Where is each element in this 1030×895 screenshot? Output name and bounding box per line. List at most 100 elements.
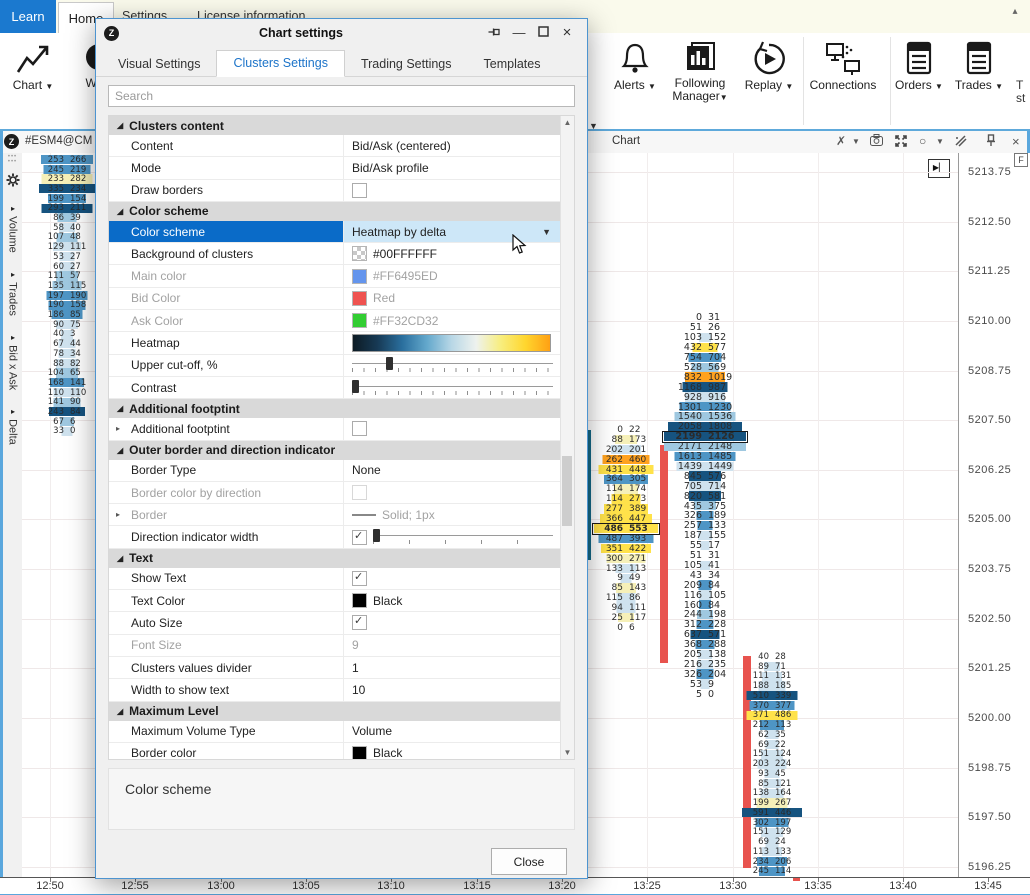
checkbox[interactable] <box>352 183 367 198</box>
sidebar-item-delta[interactable]: ▸ Delta <box>7 404 19 445</box>
settings-row[interactable]: Main color#FF6495ED <box>109 265 561 287</box>
sidebar-item-volume[interactable]: ▸ Volume <box>7 201 19 253</box>
scrollbar[interactable]: ▲ ▼ <box>560 116 574 759</box>
collapse-ribbon-button[interactable]: ▴ <box>1004 3 1026 20</box>
settings-row[interactable]: Auto Size <box>109 612 561 634</box>
chevron-down-icon[interactable]: ▼ <box>852 137 860 146</box>
settings-row[interactable]: Color schemeHeatmap by delta▼ <box>109 221 561 243</box>
chevron-down-icon[interactable]: ▼ <box>936 137 944 146</box>
settings-row[interactable]: Bid ColorRed <box>109 288 561 310</box>
replay-tool-button[interactable]: Replay ▼ <box>740 37 798 125</box>
settings-row[interactable]: ModeBid/Ask profile <box>109 157 561 179</box>
sidebar-item-trades[interactable]: ▸ Trades <box>7 267 19 316</box>
tab-templates[interactable]: Templates <box>468 52 557 77</box>
close-panel-icon[interactable]: × <box>1012 134 1020 149</box>
heatmap-gradient-bar[interactable] <box>352 334 551 352</box>
slider[interactable] <box>352 378 553 398</box>
settings-row[interactable]: Font Size9 <box>109 635 561 657</box>
partial-tool-label[interactable]: T st <box>1016 79 1030 105</box>
color-swatch[interactable] <box>352 313 367 328</box>
time-axis[interactable]: 12:5012:5513:0013:0513:1013:1513:2013:25… <box>0 877 1030 894</box>
tab-learn[interactable]: Learn <box>0 0 56 33</box>
tab-visual-settings[interactable]: Visual Settings <box>102 52 216 77</box>
maximize-button[interactable] <box>531 19 555 47</box>
following-manager-tool-button[interactable]: Following Manager▼ <box>663 37 737 125</box>
settings-group-header[interactable]: ◢Clusters content <box>109 116 561 135</box>
goto-latest-bar-button[interactable]: ▶▏ <box>928 159 950 178</box>
settings-group-header[interactable]: ◢Text <box>109 549 561 568</box>
crosshair-off-icon[interactable]: ✗ <box>836 134 846 148</box>
trades-tool-button[interactable]: Trades ▼ <box>953 37 1005 125</box>
settings-row[interactable]: Show Text <box>109 568 561 590</box>
bid-value: 188 <box>741 681 772 691</box>
sidebar-item-bidxask[interactable]: ▸ Bid x Ask <box>7 330 19 390</box>
pin-icon[interactable] <box>986 134 996 150</box>
dialog-titlebar[interactable]: Z Chart settings — × <box>96 19 587 47</box>
chart-tool-button[interactable]: Chart ▼ <box>4 37 62 125</box>
settings-row[interactable]: Heatmap <box>109 332 561 354</box>
settings-group-header[interactable]: ◢Maximum Level <box>109 702 561 721</box>
gear-icon[interactable] <box>6 173 20 187</box>
indicators-icon[interactable] <box>954 134 967 150</box>
tab-trading-settings[interactable]: Trading Settings <box>345 52 468 77</box>
color-swatch[interactable] <box>352 269 367 284</box>
color-swatch[interactable] <box>352 291 367 306</box>
color-swatch[interactable] <box>352 746 367 760</box>
cluster-row: 188185 <box>741 681 803 691</box>
settings-row[interactable]: Direction indicator width <box>109 526 561 548</box>
settings-row[interactable]: ▸BorderSolid; 1px <box>109 504 561 526</box>
tab-clusters-settings[interactable]: Clusters Settings <box>216 50 344 77</box>
settings-row[interactable]: Contrast <box>109 377 561 399</box>
close-button[interactable]: Close <box>491 848 567 875</box>
ask-value: 158 <box>67 300 96 310</box>
slider-thumb[interactable] <box>352 380 359 393</box>
row-expander-icon[interactable]: ▸ <box>116 424 120 433</box>
settings-group-header[interactable]: ◢Outer border and direction indicator <box>109 441 561 460</box>
settings-row[interactable]: Border TypeNone <box>109 460 561 482</box>
settings-row[interactable]: Background of clusters#00FFFFFF <box>109 243 561 265</box>
settings-group-header[interactable]: ◢Additional footptint <box>109 399 561 418</box>
circle-tool-icon[interactable]: ○ <box>919 134 926 148</box>
checkbox[interactable] <box>352 421 367 436</box>
scroll-down-icon[interactable]: ▼ <box>561 746 574 759</box>
settings-row[interactable]: Border color by direction <box>109 482 561 504</box>
settings-row[interactable]: Text ColorBlack <box>109 590 561 612</box>
connections-tool-button[interactable]: Connections <box>806 37 880 125</box>
scroll-up-icon[interactable]: ▲ <box>561 116 574 129</box>
close-dialog-icon[interactable]: × <box>555 19 579 47</box>
settings-row[interactable]: Upper cut-off, % <box>109 355 561 377</box>
minimize-button[interactable]: — <box>507 19 531 47</box>
row-expander-icon[interactable]: ▸ <box>116 510 120 519</box>
settings-row[interactable]: ContentBid/Ask (centered) <box>109 135 561 157</box>
settings-row[interactable]: Maximum Volume TypeVolume <box>109 721 561 743</box>
color-swatch[interactable] <box>352 593 367 608</box>
color-swatch[interactable] <box>352 246 367 261</box>
camera-icon[interactable] <box>870 134 883 149</box>
checkbox[interactable] <box>352 530 367 545</box>
drag-handle[interactable]: •••••• <box>8 155 17 165</box>
checkbox[interactable] <box>352 615 367 630</box>
settings-row[interactable]: Clusters values divider1 <box>109 657 561 679</box>
checkbox[interactable] <box>352 571 367 586</box>
settings-row[interactable]: Ask Color#FF32CD32 <box>109 310 561 332</box>
settings-row[interactable]: ▸Additional footptint <box>109 418 561 440</box>
settings-row[interactable]: Draw borders <box>109 180 561 202</box>
settings-row[interactable]: Width to show text10 <box>109 679 561 701</box>
scrollbar-thumb[interactable] <box>562 456 572 526</box>
pin-window-button[interactable] <box>483 19 507 47</box>
search-input[interactable] <box>108 85 575 107</box>
price-axis[interactable]: F 5213.755212.505211.255210.005208.75520… <box>958 153 1030 877</box>
orders-tool-button[interactable]: Orders ▼ <box>893 37 945 125</box>
checkbox[interactable] <box>352 485 367 500</box>
slider[interactable] <box>373 527 553 547</box>
settings-row[interactable]: Border colorBlack <box>109 743 561 760</box>
combo-dropdown-icon[interactable]: ▼ <box>542 227 551 237</box>
partial-tool-caret[interactable]: ▼ <box>589 121 598 131</box>
alerts-tool-button[interactable]: Alerts ▼ <box>608 37 662 125</box>
slider-thumb[interactable] <box>386 357 393 370</box>
settings-group-header[interactable]: ◢Color scheme <box>109 202 561 221</box>
slider-thumb[interactable] <box>373 529 380 542</box>
app-logo-icon: Z <box>4 134 19 149</box>
slider[interactable] <box>352 355 553 375</box>
fullscreen-icon[interactable] <box>894 134 908 151</box>
